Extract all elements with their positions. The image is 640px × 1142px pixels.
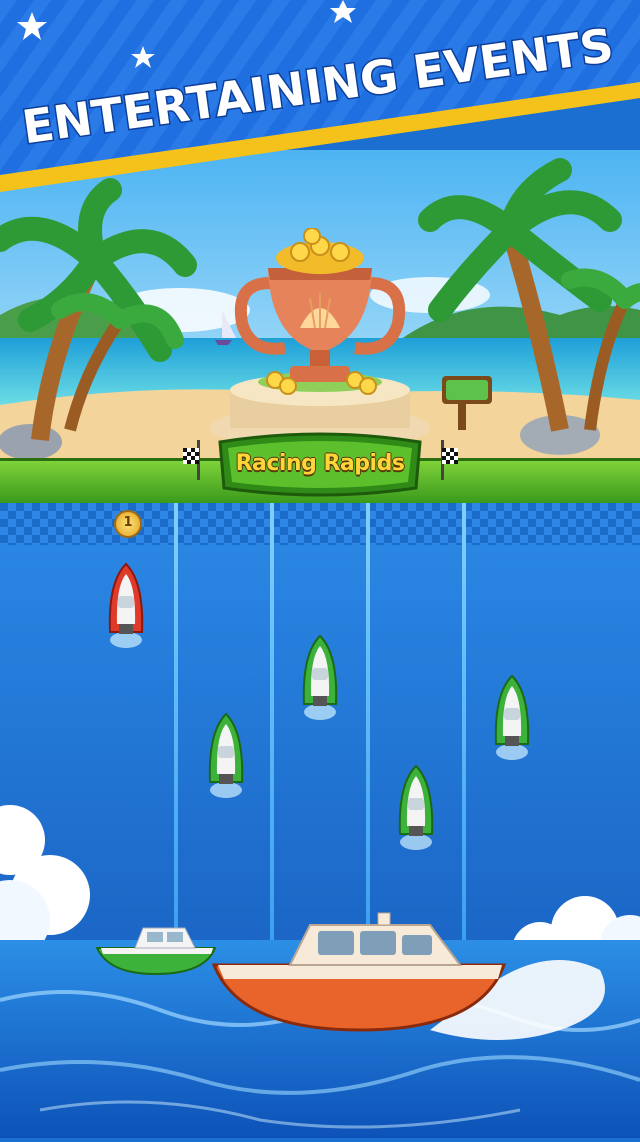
coin-icon: 1 bbox=[114, 510, 142, 538]
foreground-boat-green bbox=[95, 918, 220, 978]
checkered-finish-line bbox=[0, 503, 640, 545]
lane-divider bbox=[270, 503, 274, 943]
race-boat-green bbox=[204, 712, 248, 802]
lane-divider bbox=[174, 503, 178, 943]
race-boat-green bbox=[394, 764, 438, 854]
race-boat-green bbox=[298, 634, 342, 724]
lane-divider bbox=[462, 503, 466, 943]
checkered-flag-icon bbox=[183, 440, 213, 480]
race-boat-red bbox=[104, 562, 148, 652]
race-boat-green bbox=[490, 674, 534, 764]
trophy-icon bbox=[230, 227, 410, 408]
banner-title: ENTERTAINING EVENTS bbox=[19, 18, 617, 154]
foreground-boat-orange bbox=[210, 905, 510, 1035]
banner-title-wrap: ENTERTAINING EVENTS bbox=[0, 0, 640, 195]
lane-divider bbox=[366, 503, 370, 943]
checkered-flag-icon bbox=[428, 440, 458, 480]
event-title: Racing Rapids bbox=[235, 451, 405, 476]
cloud-decoration bbox=[0, 800, 110, 960]
